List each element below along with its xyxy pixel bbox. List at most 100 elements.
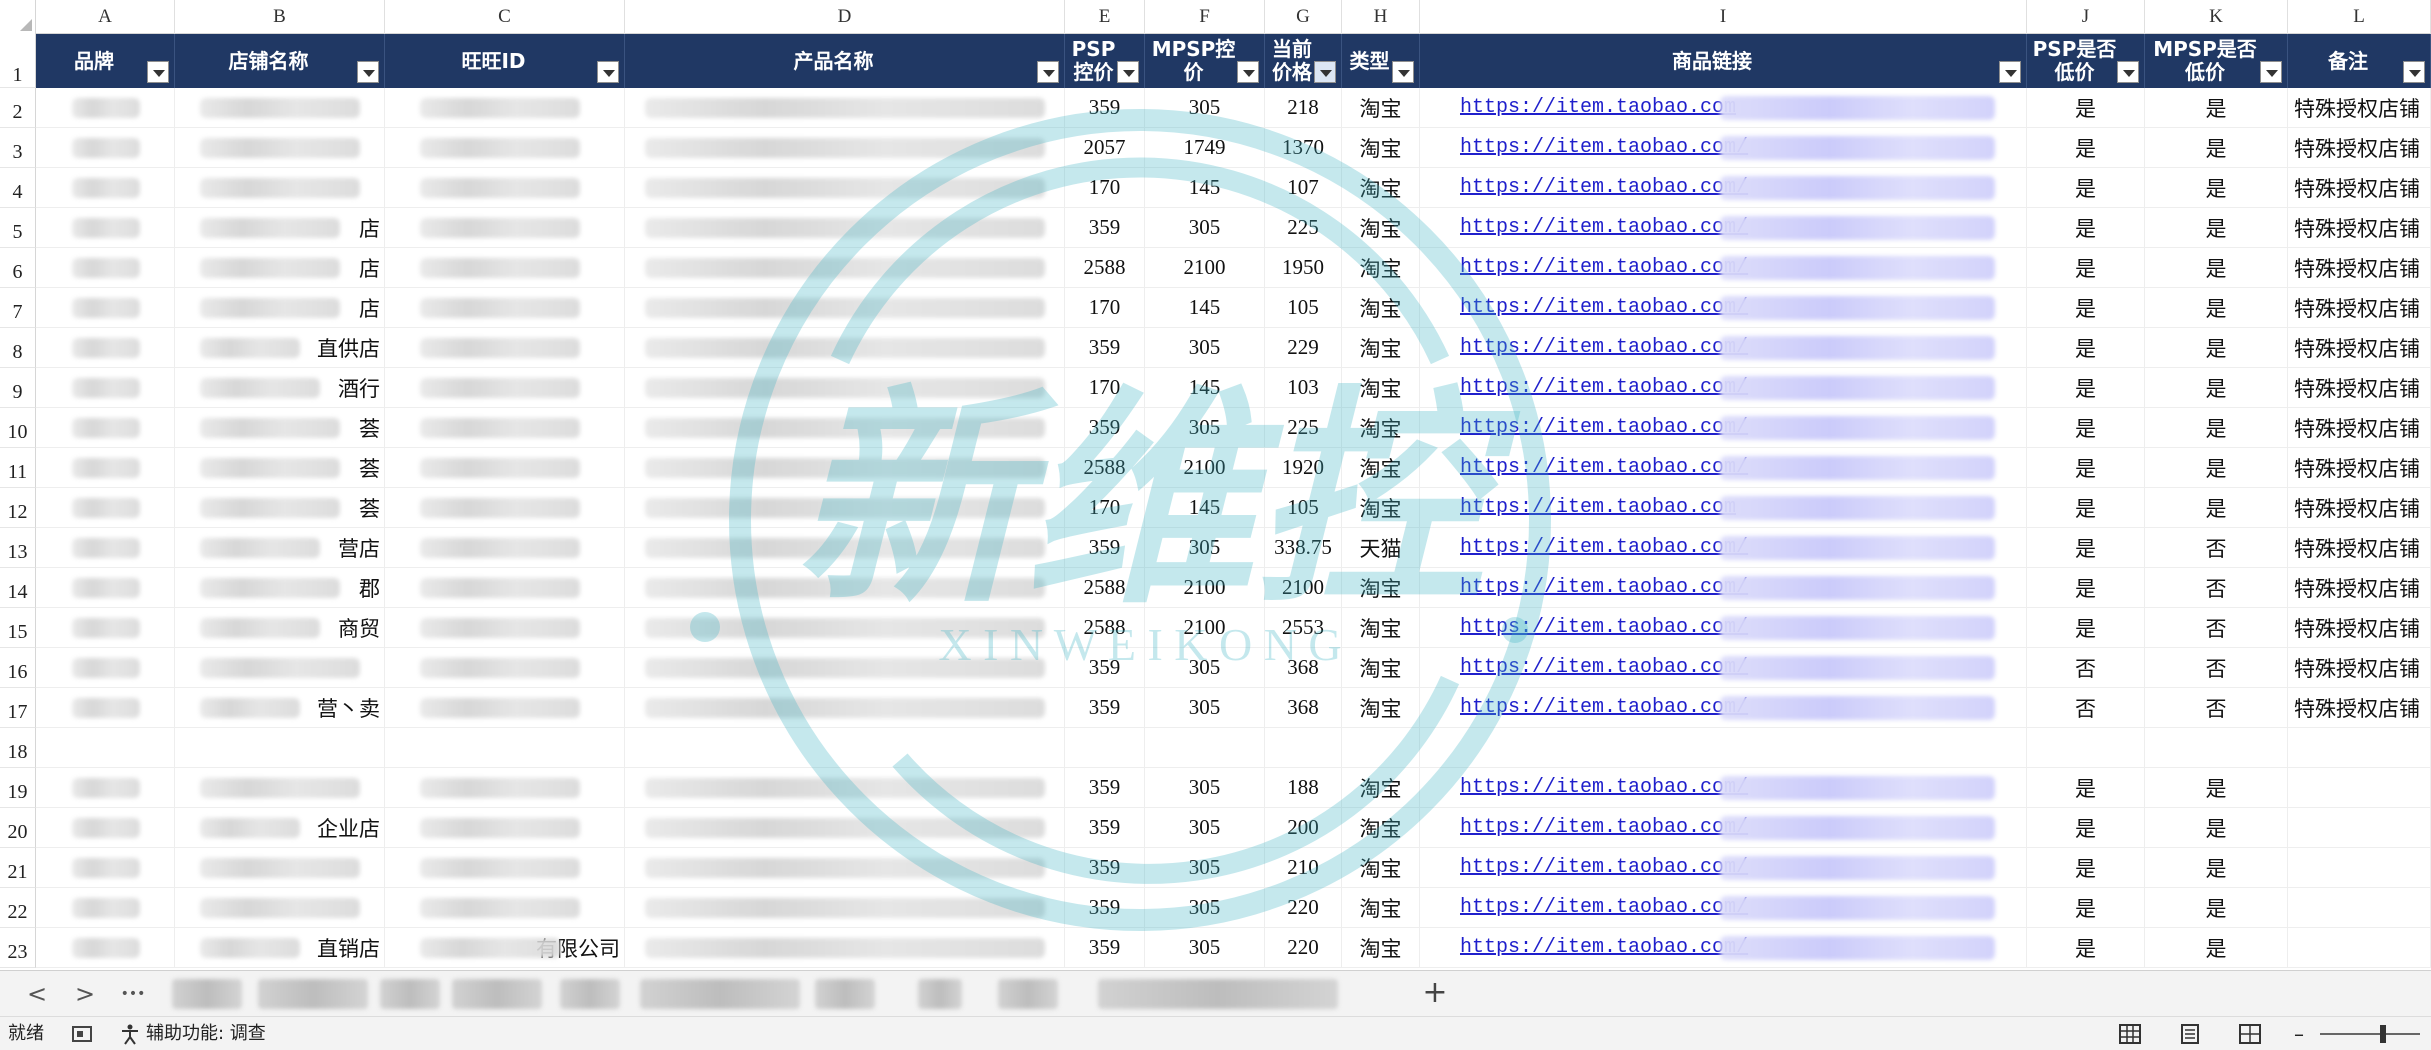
cell-psp-low[interactable]: 是 <box>2027 808 2145 848</box>
cell-type[interactable] <box>1342 728 1420 768</box>
cell-type[interactable]: 淘宝 <box>1342 448 1420 488</box>
row-header-16[interactable]: 16 <box>0 648 36 688</box>
cell-psp-price[interactable] <box>1065 728 1145 768</box>
cell-mpsp-low[interactable]: 是 <box>2145 808 2288 848</box>
cell-mpsp-low[interactable]: 否 <box>2145 528 2288 568</box>
chevron-right-icon[interactable]: > <box>70 979 100 1009</box>
cell-type[interactable]: 淘宝 <box>1342 808 1420 848</box>
zoom-slider[interactable] <box>2320 1033 2420 1035</box>
worksheet-grid[interactable]: ABCDEFGHIJKL 1 2 3 4 5 6 7 8 9 10 11 12 13 14 15 16 17 18… <box>0 0 2431 970</box>
cell-psp-price[interactable]: 2588 <box>1065 448 1145 488</box>
cell-note[interactable] <box>2288 728 2431 768</box>
cell-mpsp-price[interactable] <box>1145 728 1265 768</box>
cell-note[interactable] <box>2288 768 2431 808</box>
row-header-2[interactable]: 2 <box>0 88 36 128</box>
cell-type[interactable]: 淘宝 <box>1342 768 1420 808</box>
cell-type[interactable]: 淘宝 <box>1342 128 1420 168</box>
cell-note[interactable] <box>2288 928 2431 968</box>
cell-type[interactable]: 淘宝 <box>1342 888 1420 928</box>
cell-note[interactable]: 特殊授权店铺 <box>2288 88 2431 128</box>
cell-psp-low[interactable]: 否 <box>2027 688 2145 728</box>
cell-type[interactable]: 淘宝 <box>1342 368 1420 408</box>
cell-psp-price[interactable]: 359 <box>1065 888 1145 928</box>
cell-mpsp-low[interactable]: 是 <box>2145 328 2288 368</box>
cell-mpsp-low[interactable]: 是 <box>2145 448 2288 488</box>
column-header-b[interactable]: B <box>175 0 385 34</box>
cell-mpsp-low[interactable]: 是 <box>2145 888 2288 928</box>
cell-psp-price[interactable]: 2588 <box>1065 608 1145 648</box>
cell-mpsp-low[interactable]: 否 <box>2145 688 2288 728</box>
sheet-tab-active[interactable] <box>1098 979 1338 1009</box>
cell-current-price[interactable]: 107 <box>1265 168 1342 208</box>
row-header-22[interactable]: 22 <box>0 888 36 928</box>
cell-note[interactable]: 特殊授权店铺 <box>2288 568 2431 608</box>
row-header-20[interactable]: 20 <box>0 808 36 848</box>
cell-type[interactable]: 天猫 <box>1342 528 1420 568</box>
cell-psp-low[interactable]: 是 <box>2027 328 2145 368</box>
cell-psp-low[interactable]: 是 <box>2027 848 2145 888</box>
sheet-tab[interactable] <box>380 979 440 1009</box>
row-header-1[interactable]: 1 <box>0 34 36 88</box>
cell-mpsp-low[interactable] <box>2145 728 2288 768</box>
sheet-tab[interactable] <box>640 979 800 1009</box>
cell-current-price[interactable]: 1950 <box>1265 248 1342 288</box>
cell-current-price[interactable]: 220 <box>1265 888 1342 928</box>
cell-type[interactable]: 淘宝 <box>1342 928 1420 968</box>
cell-current-price[interactable]: 218 <box>1265 88 1342 128</box>
cell-mpsp-price[interactable]: 2100 <box>1145 248 1265 288</box>
cell-wangwang[interactable] <box>385 728 625 768</box>
row-header-5[interactable]: 5 <box>0 208 36 248</box>
cell-current-price[interactable]: 220 <box>1265 928 1342 968</box>
cell-type[interactable]: 淘宝 <box>1342 688 1420 728</box>
more-icon[interactable]: ••• <box>118 979 148 1009</box>
column-header-j[interactable]: J <box>2027 0 2145 34</box>
column-header-f[interactable]: F <box>1145 0 1265 34</box>
cell-note[interactable]: 特殊授权店铺 <box>2288 288 2431 328</box>
cell-psp-price[interactable]: 359 <box>1065 848 1145 888</box>
cell-mpsp-price[interactable]: 305 <box>1145 88 1265 128</box>
filter-dropdown-brand-icon[interactable] <box>147 61 169 83</box>
cell-mpsp-low[interactable]: 是 <box>2145 368 2288 408</box>
cell-psp-price[interactable]: 359 <box>1065 768 1145 808</box>
cell-mpsp-low[interactable]: 是 <box>2145 848 2288 888</box>
cell-mpsp-price[interactable]: 305 <box>1145 808 1265 848</box>
cell-current-price[interactable]: 105 <box>1265 288 1342 328</box>
cell-current-price[interactable]: 103 <box>1265 368 1342 408</box>
column-header-e[interactable]: E <box>1065 0 1145 34</box>
column-header-d[interactable]: D <box>625 0 1065 34</box>
cell-psp-price[interactable]: 359 <box>1065 328 1145 368</box>
page-layout-icon[interactable] <box>2175 1022 2205 1046</box>
cell-mpsp-low[interactable]: 是 <box>2145 288 2288 328</box>
cell-current-price[interactable]: 225 <box>1265 408 1342 448</box>
cell-mpsp-price[interactable]: 145 <box>1145 488 1265 528</box>
cell-psp-price[interactable]: 359 <box>1065 928 1145 968</box>
cell-type[interactable]: 淘宝 <box>1342 328 1420 368</box>
filter-dropdown-type-icon[interactable] <box>1392 61 1414 83</box>
cell-psp-price[interactable]: 359 <box>1065 88 1145 128</box>
cell-psp-low[interactable]: 是 <box>2027 288 2145 328</box>
cell-note[interactable]: 特殊授权店铺 <box>2288 528 2431 568</box>
cell-mpsp-low[interactable]: 是 <box>2145 408 2288 448</box>
cell-note[interactable] <box>2288 888 2431 928</box>
cell-current-price[interactable] <box>1265 728 1342 768</box>
cell-psp-price[interactable]: 170 <box>1065 488 1145 528</box>
filter-dropdown-wangwang-icon[interactable] <box>597 61 619 83</box>
cell-current-price[interactable]: 105 <box>1265 488 1342 528</box>
sheet-tab[interactable] <box>560 979 620 1009</box>
cell-product-link[interactable] <box>1420 728 2027 768</box>
cell-mpsp-price[interactable]: 305 <box>1145 208 1265 248</box>
cell-mpsp-price[interactable]: 305 <box>1145 648 1265 688</box>
cell-psp-price[interactable]: 2588 <box>1065 568 1145 608</box>
row-header-21[interactable]: 21 <box>0 848 36 888</box>
cell-psp-price[interactable]: 2588 <box>1065 248 1145 288</box>
cell-psp-low[interactable]: 是 <box>2027 888 2145 928</box>
cell-psp-low[interactable]: 是 <box>2027 928 2145 968</box>
cell-psp-price[interactable]: 359 <box>1065 648 1145 688</box>
cell-mpsp-price[interactable]: 305 <box>1145 848 1265 888</box>
cell-store[interactable] <box>175 728 385 768</box>
cell-psp-low[interactable]: 是 <box>2027 768 2145 808</box>
row-header-11[interactable]: 11 <box>0 448 36 488</box>
sheet-tab[interactable] <box>258 979 368 1009</box>
cell-current-price[interactable]: 210 <box>1265 848 1342 888</box>
zoom-out-icon[interactable]: – <box>2294 1022 2304 1046</box>
